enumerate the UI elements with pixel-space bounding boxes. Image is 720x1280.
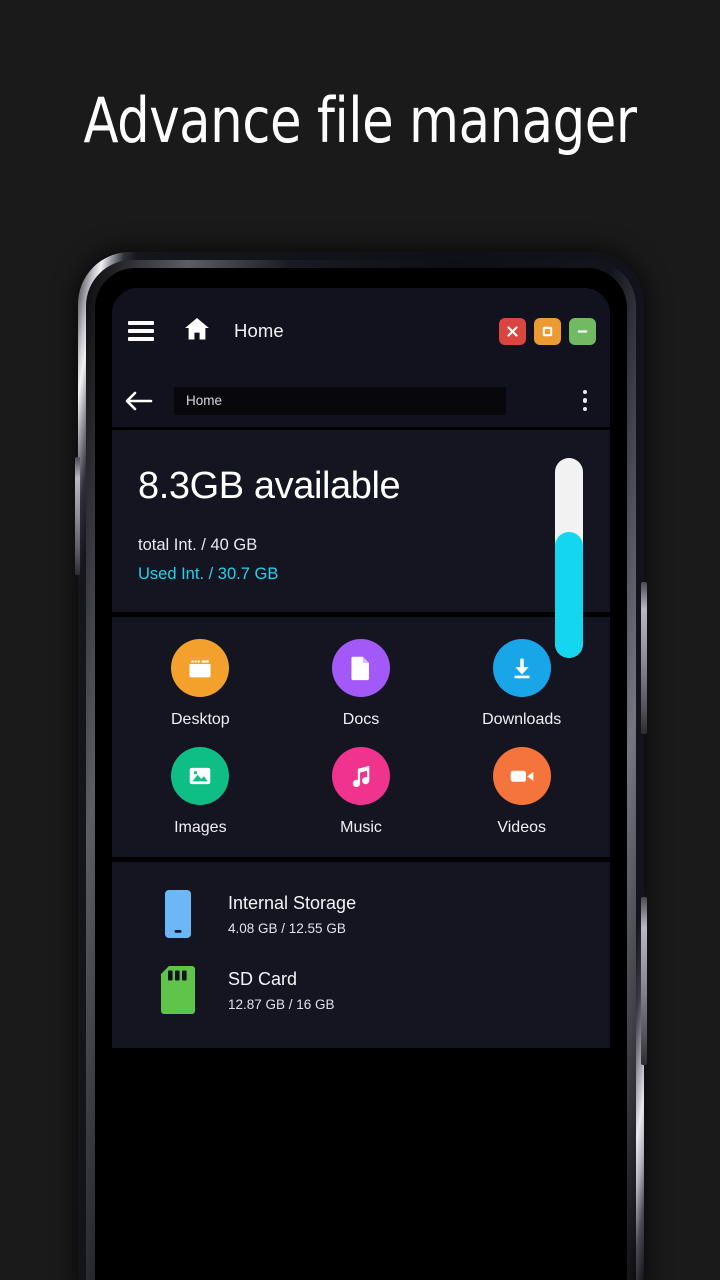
screen-empty-area [112,1048,610,1280]
phone-screen: Home Home 8.3GB available total Int. / 4… [112,288,610,1280]
home-icon[interactable] [182,315,212,348]
shortcut-grid: Desktop Docs Downloads Images Music Vide… [112,617,610,862]
app-bar: Home [112,288,610,374]
phone-mockup-frame: Home Home 8.3GB available total Int. / 4… [75,252,647,1280]
page-title: Advance file manager [83,84,637,157]
shortcut-desktop[interactable]: Desktop [120,639,281,729]
shortcut-videos[interactable]: Videos [441,747,602,837]
storage-progress-fill [555,532,583,658]
list-item-text: Internal Storage 4.08 GB / 12.55 GB [228,893,356,936]
shortcut-row: Images Music Videos [120,747,602,837]
back-arrow-icon[interactable] [124,389,154,413]
shortcut-music[interactable]: Music [281,747,442,837]
kebab-menu-icon[interactable] [574,387,596,415]
storage-usage: 12.87 GB / 16 GB [228,996,335,1012]
app-bar-title: Home [234,320,284,341]
storage-progress-bar [555,458,583,658]
sd-card-icon [156,965,200,1015]
window-controls [499,317,596,345]
path-input-value: Home [186,393,223,408]
list-item[interactable]: Internal Storage 4.08 GB / 12.55 GB [112,876,610,952]
poster-canvas: Advance file manager Home Home 8.3GB ava… [0,0,720,1280]
close-button[interactable] [499,317,526,345]
shortcut-images[interactable]: Images [120,747,281,837]
used-space-label: Used Int. / 30.7 GB [138,565,279,583]
image-photo-icon [171,747,230,805]
document-icon [332,639,390,697]
storage-summary-card[interactable]: 8.3GB available total Int. / 40 GB Used … [112,430,610,658]
shortcut-row: Desktop Docs Downloads [120,639,602,729]
available-space-label: 8.3GB available [138,465,401,507]
list-item-text: SD Card 12.87 GB / 16 GB [228,969,335,1012]
video-camera-icon [492,747,551,805]
shortcut-label: Images [174,819,227,836]
hamburger-menu-icon[interactable] [128,321,154,341]
storage-usage: 4.08 GB / 12.55 GB [228,920,346,936]
shortcut-label: Music [340,819,382,836]
total-space-label: total Int. / 40 GB [138,536,258,554]
phone-left-side-button[interactable] [75,457,80,575]
phone-right-side-button-2[interactable] [641,897,647,1065]
path-toolbar: Home [112,374,610,430]
storage-name: Internal Storage [228,892,357,913]
shortcut-label: Videos [497,819,546,836]
music-note-icon [332,747,390,805]
minimize-button[interactable] [569,317,596,345]
shortcut-docs[interactable]: Docs [281,639,442,729]
list-item[interactable]: SD Card 12.87 GB / 16 GB [112,952,610,1028]
path-input[interactable]: Home [174,386,506,415]
download-arrow-icon [492,639,551,697]
phone-right-side-button-1[interactable] [641,582,647,734]
shortcut-label: Downloads [482,711,562,728]
storage-name: SD Card [228,968,298,989]
storage-device-list: Internal Storage 4.08 GB / 12.55 GB SD C… [112,862,610,1048]
shortcut-label: Docs [342,711,380,728]
phone-storage-icon [156,889,200,939]
file-manager-app: Home Home 8.3GB available total Int. / 4… [112,288,610,1280]
shortcut-label: Desktop [170,711,230,728]
desktop-window-icon [171,639,230,697]
maximize-button[interactable] [534,317,561,345]
